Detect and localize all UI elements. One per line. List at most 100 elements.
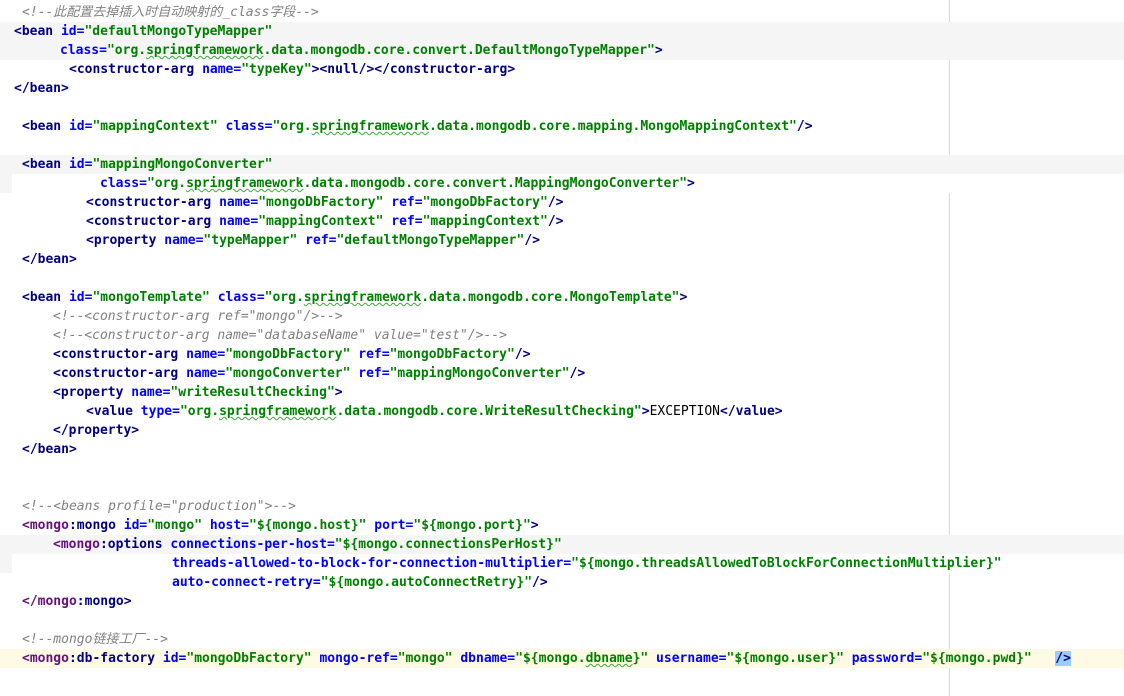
code-line[interactable]: <property name="writeResultChecking"> — [0, 383, 1124, 402]
code-line[interactable]: <bean id="mappingContext" class="org.spr… — [0, 117, 1124, 136]
code-token: /> — [547, 195, 564, 210]
code-token: "${mongo.user}" — [726, 651, 844, 666]
code-line[interactable]: <value type="org.springframework.data.mo… — [0, 402, 1124, 421]
code-token: /> — [547, 214, 564, 229]
code-token: /> — [524, 233, 540, 248]
code-token: > — [679, 290, 688, 305]
code-line-text: <!--mongo链接工厂--> — [22, 630, 168, 649]
code-line[interactable]: <bean id="mappingMongoConverter" — [0, 155, 1124, 174]
code-token: name= — [131, 385, 171, 400]
code-line[interactable]: <bean id="defaultMongoTypeMapper" — [0, 22, 1124, 41]
code-token: /> — [1055, 651, 1071, 666]
code-line[interactable]: <bean id="mongoTemplate" class="org.spri… — [0, 288, 1124, 307]
code-token: port= — [374, 518, 414, 533]
code-line[interactable]: <mongo:db-factory id="mongoDbFactory" mo… — [0, 649, 1124, 668]
code-line-text: class="org.springframework.data.mongodb.… — [100, 174, 695, 193]
code-line-text: <bean id="mappingContext" class="org.spr… — [22, 117, 813, 136]
code-token: "${mongo.dbname}" — [515, 651, 649, 666]
code-token: <property — [86, 233, 165, 248]
code-token: "typeMapper" — [203, 233, 298, 248]
code-line[interactable] — [0, 136, 1124, 155]
code-token: ><null/></constructor-arg> — [311, 62, 516, 77]
code-line[interactable] — [0, 478, 1124, 497]
code-line-text: <!--<constructor-arg name="databaseName"… — [53, 326, 507, 345]
code-token: "org.springframework.data.mongodb.core.m… — [272, 119, 797, 134]
code-token: "defaultMongoTypeMapper" — [84, 24, 273, 39]
code-line[interactable]: auto-connect-retry="${mongo.autoConnectR… — [0, 573, 1124, 592]
code-line[interactable]: <!--此配置去掉插入时自动映射的_class字段--> — [0, 3, 1124, 22]
code-token: <constructor-arg — [86, 195, 220, 210]
code-token: "mappingMongoConverter" — [389, 366, 570, 381]
code-token: "mongoConverter" — [225, 366, 351, 381]
code-token: /> — [796, 119, 813, 134]
code-line[interactable]: <!--<constructor-arg ref="mongo"/>--> — [0, 307, 1124, 326]
code-token: <bean — [14, 24, 61, 39]
code-token: class= — [217, 290, 265, 305]
code-line[interactable]: <constructor-arg name="mappingContext" r… — [0, 212, 1124, 231]
code-line[interactable]: <property name="typeMapper" ref="default… — [0, 231, 1124, 250]
code-line[interactable] — [0, 269, 1124, 288]
code-token: <!--mongo链接工厂--> — [22, 632, 168, 647]
code-token: mongo-ref= — [319, 651, 398, 666]
code-token: > — [530, 518, 539, 533]
code-token: > — [334, 385, 343, 400]
code-line[interactable]: <!--<constructor-arg name="databaseName"… — [0, 326, 1124, 345]
code-line[interactable]: </bean> — [0, 79, 1124, 98]
code-line[interactable]: <!--<beans profile="production">--> — [0, 497, 1124, 516]
code-token: </bean> — [14, 81, 69, 96]
code-line[interactable]: class="org.springframework.data.mongodb.… — [0, 41, 1124, 60]
code-line-text: <constructor-arg name="typeKey"><null/><… — [69, 60, 515, 79]
code-token: "${mongo.connectionsPerHost}" — [334, 537, 562, 552]
code-line[interactable]: </property> — [0, 421, 1124, 440]
code-token: name= — [219, 214, 259, 229]
code-token: "mongoTemplate" — [92, 290, 210, 305]
code-lines[interactable]: <!--此配置去掉插入时自动映射的_class字段--> <bean id="de… — [0, 3, 1124, 668]
code-line[interactable] — [0, 459, 1124, 478]
code-token: id= — [68, 290, 93, 305]
code-line[interactable]: threads-allowed-to-block-for-connection-… — [0, 554, 1124, 573]
code-line[interactable]: <constructor-arg name="mongoDbFactory" r… — [0, 193, 1124, 212]
code-line[interactable]: </bean> — [0, 440, 1124, 459]
code-line-text: </mongo:mongo> — [22, 592, 132, 611]
code-line-text: </bean> — [22, 440, 77, 459]
code-line[interactable] — [0, 98, 1124, 117]
code-token: "mappingContext" — [92, 119, 218, 134]
code-line[interactable] — [0, 611, 1124, 630]
code-line[interactable]: <constructor-arg name="mongoDbFactory" r… — [0, 345, 1124, 364]
code-line-text: threads-allowed-to-block-for-connection-… — [172, 554, 1002, 573]
code-token: </bean> — [22, 252, 77, 267]
code-line[interactable]: <!--mongo链接工厂--> — [0, 630, 1124, 649]
code-line-text: <mongo:db-factory id="mongoDbFactory" mo… — [22, 649, 1071, 668]
code-token: <mongo — [53, 537, 100, 552]
code-token: ref= — [305, 233, 337, 248]
code-line-text: <mongo:options connections-per-host="${m… — [53, 535, 562, 554]
code-token: "org.springframework.data.mongodb.core.W… — [179, 404, 642, 419]
code-token: type= — [140, 404, 180, 419]
code-token: </property> — [53, 423, 140, 438]
code-editor[interactable]: <!--此配置去掉插入时自动映射的_class字段--> <bean id="de… — [0, 0, 1124, 696]
code-line[interactable]: <constructor-arg name="typeKey"><null/><… — [0, 60, 1124, 79]
code-line[interactable]: <constructor-arg name="mongoConverter" r… — [0, 364, 1124, 383]
code-line[interactable]: </bean> — [0, 250, 1124, 269]
code-token: EXCEPTION — [649, 404, 721, 419]
code-token: name= — [186, 347, 226, 362]
code-line[interactable]: <mongo:mongo id="mongo" host="${mongo.ho… — [0, 516, 1124, 535]
code-token: "mongoDbFactory" — [186, 651, 312, 666]
code-line[interactable]: <mongo:options connections-per-host="${m… — [0, 535, 1124, 554]
code-line[interactable]: </mongo:mongo> — [0, 592, 1124, 611]
code-line[interactable]: class="org.springframework.data.mongodb.… — [0, 174, 1124, 193]
code-token: "mongoDbFactory" — [422, 195, 548, 210]
code-token: <bean — [22, 157, 69, 172]
code-line-text: <bean id="mappingMongoConverter" — [22, 155, 272, 174]
code-token: :options — [99, 537, 171, 552]
code-token: id= — [162, 651, 187, 666]
code-line-text: </bean> — [22, 250, 77, 269]
code-token: host= — [209, 518, 250, 533]
code-token: "mongo" — [397, 651, 453, 666]
code-token: name= — [202, 62, 242, 77]
code-token: name= — [219, 195, 259, 210]
